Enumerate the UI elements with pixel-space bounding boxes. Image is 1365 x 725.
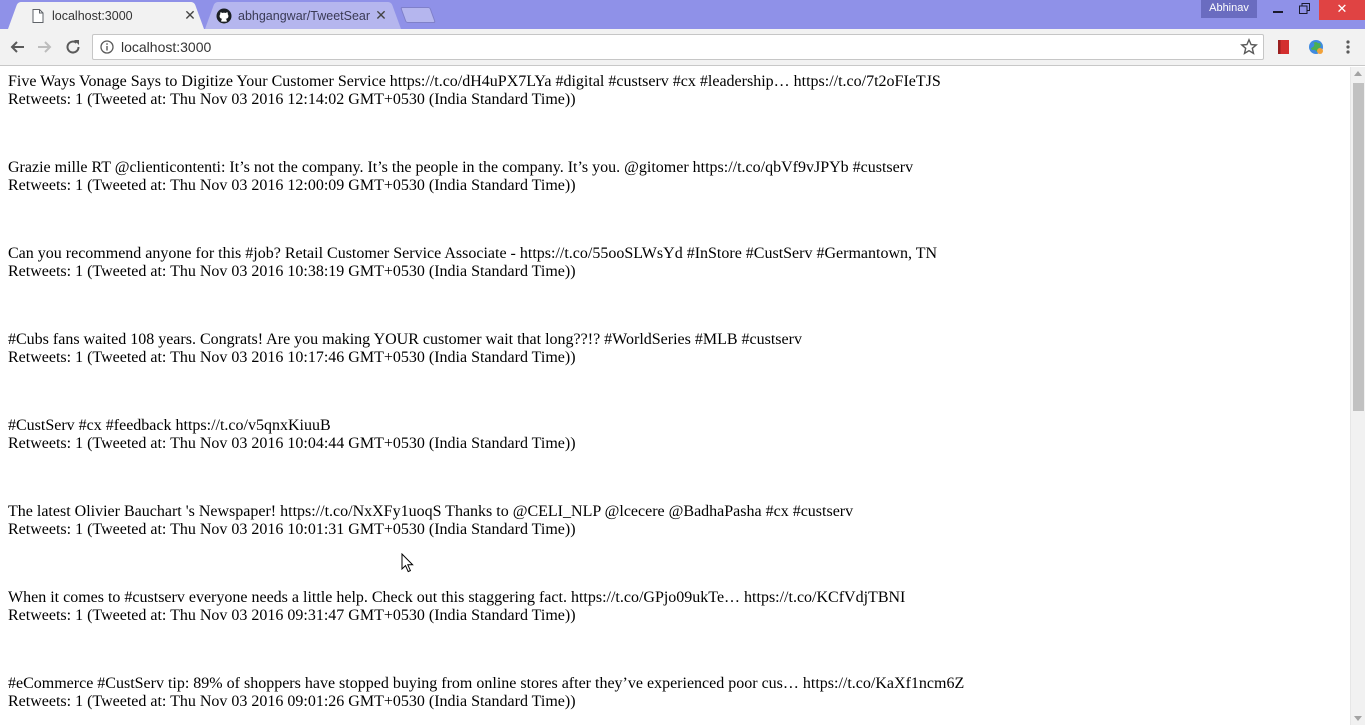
tweet-meta: Retweets: 1 (Tweeted at: Thu Nov 03 2016… xyxy=(8,349,576,366)
reload-icon[interactable] xyxy=(63,37,83,57)
close-window-icon[interactable]: ✕ xyxy=(1319,0,1365,20)
tweet-item: The latest Olivier Bauchart 's Newspaper… xyxy=(8,503,964,589)
tab-github[interactable]: abhgangwar/TweetSearc ✕ xyxy=(205,2,401,29)
tweet-item: #eCommerce #CustServ tip: 89% of shopper… xyxy=(8,675,964,725)
info-icon[interactable] xyxy=(100,40,114,54)
vertical-scrollbar[interactable] xyxy=(1350,67,1365,725)
tweet-text: When it comes to #custserv everyone need… xyxy=(8,589,906,606)
tweet-text: #CustServ #cx #feedback https://t.co/v5q… xyxy=(8,417,331,434)
menu-kebab-icon[interactable] xyxy=(1342,39,1354,55)
page-icon xyxy=(30,8,46,24)
tweet-list: Five Ways Vonage Says to Digitize Your C… xyxy=(8,73,964,725)
forward-arrow-icon[interactable] xyxy=(35,37,55,57)
tweet-item: Grazie mille RT @clienticontenti: It’s n… xyxy=(8,159,964,245)
tweet-meta: Retweets: 1 (Tweeted at: Thu Nov 03 2016… xyxy=(8,435,576,452)
tweet-text: Can you recommend anyone for this #job? … xyxy=(8,245,938,262)
close-tab-icon[interactable]: ✕ xyxy=(373,8,389,24)
new-tab-button[interactable] xyxy=(400,7,436,23)
globe-extension-icon[interactable] xyxy=(1308,39,1324,55)
profile-button[interactable]: Abhinav xyxy=(1201,0,1257,18)
address-bar[interactable]: localhost:3000 xyxy=(92,34,1264,60)
tweet-item: Can you recommend anyone for this #job? … xyxy=(8,245,964,331)
restore-icon[interactable] xyxy=(1292,0,1316,20)
tweet-meta: Retweets: 1 (Tweeted at: Thu Nov 03 2016… xyxy=(8,607,576,624)
tweet-text: #eCommerce #CustServ tip: 89% of shopper… xyxy=(8,675,965,692)
mouse-cursor-icon xyxy=(401,552,415,573)
tweet-text: The latest Olivier Bauchart 's Newspaper… xyxy=(8,503,854,520)
github-icon xyxy=(216,8,232,24)
bookmark-star-icon[interactable] xyxy=(1240,38,1258,56)
scroll-up-arrow-icon[interactable] xyxy=(1354,71,1362,76)
tab-title: localhost:3000 xyxy=(52,8,133,23)
browser-titlebar: localhost:3000 ✕ abhgangwar/TweetSearc ✕… xyxy=(0,0,1365,29)
tweet-item: Five Ways Vonage Says to Digitize Your C… xyxy=(8,73,964,159)
address-url[interactable]: localhost:3000 xyxy=(121,35,211,59)
tweet-meta: Retweets: 1 (Tweeted at: Thu Nov 03 2016… xyxy=(8,91,576,108)
scroll-down-arrow-icon[interactable] xyxy=(1354,716,1362,721)
back-arrow-icon[interactable] xyxy=(7,37,27,57)
tweet-text: #Cubs fans waited 108 years. Congrats! A… xyxy=(8,331,802,348)
tweet-item: #Cubs fans waited 108 years. Congrats! A… xyxy=(8,331,964,417)
minimize-icon[interactable] xyxy=(1267,0,1289,20)
tweet-meta: Retweets: 1 (Tweeted at: Thu Nov 03 2016… xyxy=(8,177,576,194)
tweet-item: #CustServ #cx #feedback https://t.co/v5q… xyxy=(8,417,964,503)
tweet-meta: Retweets: 1 (Tweeted at: Thu Nov 03 2016… xyxy=(8,693,576,710)
close-tab-icon[interactable]: ✕ xyxy=(182,8,198,24)
tweet-text: Grazie mille RT @clienticontenti: It’s n… xyxy=(8,159,914,176)
tweet-text: Five Ways Vonage Says to Digitize Your C… xyxy=(8,73,941,90)
red-book-extension-icon[interactable] xyxy=(1276,39,1292,55)
tab-localhost[interactable]: localhost:3000 ✕ xyxy=(8,2,204,29)
tweet-item: When it comes to #custserv everyone need… xyxy=(8,589,964,675)
tab-title: abhgangwar/TweetSearc xyxy=(238,8,370,23)
scrollbar-thumb[interactable] xyxy=(1353,83,1364,411)
tweet-meta: Retweets: 1 (Tweeted at: Thu Nov 03 2016… xyxy=(8,521,576,538)
browser-toolbar: localhost:3000 xyxy=(0,29,1365,66)
tweet-meta: Retweets: 1 (Tweeted at: Thu Nov 03 2016… xyxy=(8,263,576,280)
page-viewport: Five Ways Vonage Says to Digitize Your C… xyxy=(0,67,1350,725)
